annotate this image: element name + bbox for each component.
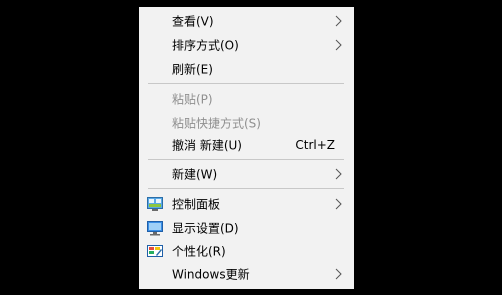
menu-item-label: 个性化(R)	[172, 244, 226, 259]
menu-item-sort-by[interactable]: 排序方式(O)	[139, 33, 354, 57]
menu-item-paste-shortcut: 粘贴快捷方式(S)	[139, 111, 354, 135]
control-panel-icon	[147, 197, 163, 211]
menu-item-label: 粘贴(P)	[172, 92, 213, 107]
menu-item-label: 排序方式(O)	[172, 38, 239, 53]
menu-separator	[148, 159, 344, 160]
menu-item-label: 显示设置(D)	[172, 221, 239, 236]
chevron-right-icon	[335, 268, 342, 280]
chevron-right-icon	[335, 15, 342, 27]
menu-item-new[interactable]: 新建(W)	[139, 162, 354, 186]
personalize-icon	[147, 245, 163, 257]
menu-item-label: 查看(V)	[172, 14, 214, 29]
desktop-context-menu: 查看(V) 排序方式(O) 刷新(E) 粘贴(P) 粘贴快捷方式(S) 撤消 新…	[139, 7, 354, 289]
chevron-right-icon	[335, 198, 342, 210]
menu-item-label: 撤消 新建(U)	[172, 138, 242, 153]
menu-item-windows-update[interactable]: Windows更新	[139, 262, 354, 286]
menu-item-label: Windows更新	[172, 267, 250, 282]
menu-item-control-panel[interactable]: 控制面板	[139, 192, 354, 216]
menu-item-paste: 粘贴(P)	[139, 87, 354, 111]
menu-item-label: 粘贴快捷方式(S)	[172, 116, 261, 131]
menu-item-label: 新建(W)	[172, 167, 218, 182]
menu-item-label: 控制面板	[172, 197, 221, 212]
menu-item-label: 刷新(E)	[172, 62, 213, 77]
chevron-right-icon	[335, 39, 342, 51]
menu-item-shortcut: Ctrl+Z	[295, 138, 335, 152]
display-settings-icon	[147, 221, 163, 236]
menu-item-view[interactable]: 查看(V)	[139, 9, 354, 33]
menu-item-personalize[interactable]: 个性化(R)	[139, 239, 354, 263]
menu-separator	[148, 83, 344, 84]
menu-item-refresh[interactable]: 刷新(E)	[139, 57, 354, 81]
menu-item-display-settings[interactable]: 显示设置(D)	[139, 216, 354, 240]
menu-item-undo-new[interactable]: 撤消 新建(U) Ctrl+Z	[139, 133, 354, 157]
menu-separator	[148, 188, 344, 189]
chevron-right-icon	[335, 168, 342, 180]
